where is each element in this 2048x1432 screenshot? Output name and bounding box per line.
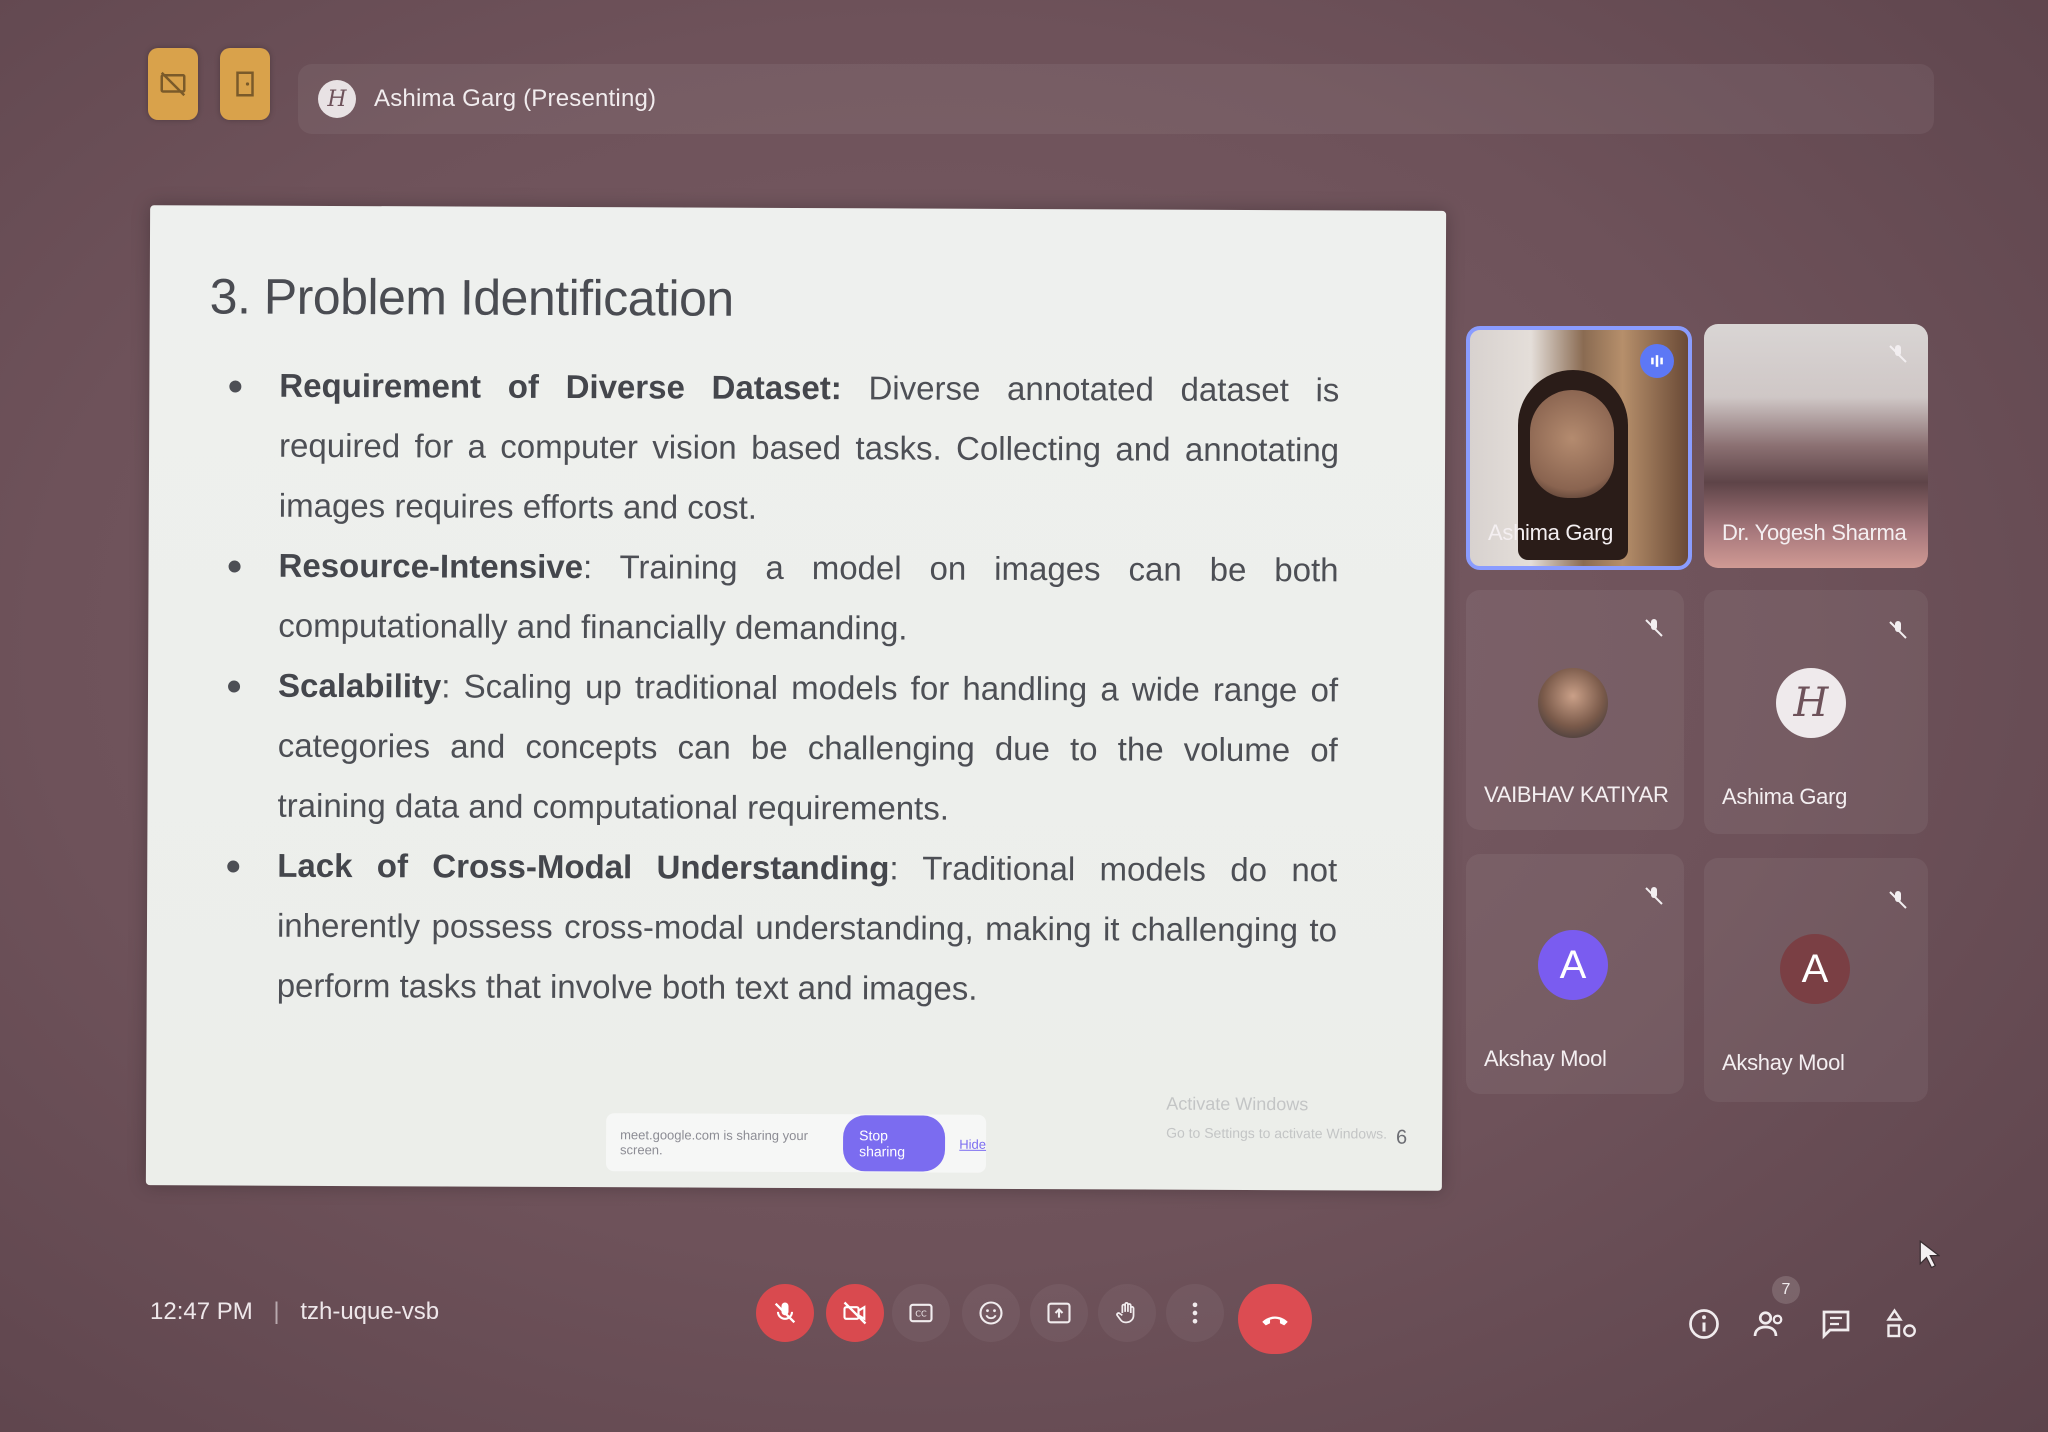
mic-off-icon xyxy=(1645,619,1663,637)
door-icon xyxy=(236,71,254,97)
speaking-indicator-icon xyxy=(1640,344,1674,378)
more-options-icon xyxy=(1192,1302,1198,1324)
camera-toggle-button[interactable] xyxy=(826,1284,884,1342)
mic-off-icon xyxy=(774,1302,796,1324)
bullet-heading: Resource-Intensive xyxy=(278,546,584,586)
camera-off-icon xyxy=(843,1301,867,1325)
captions-icon: CC xyxy=(909,1303,933,1323)
presentation-toggle-button[interactable] xyxy=(148,48,198,120)
activities-icon[interactable] xyxy=(1884,1306,1920,1342)
avatar: A xyxy=(1538,930,1608,1000)
watermark-subtitle: Go to Settings to activate Windows. xyxy=(1166,1124,1388,1142)
participant-name: Ashima Garg xyxy=(1488,520,1614,545)
bullet-item: Requirement of Diverse Dataset: Diverse … xyxy=(209,355,1340,540)
bullet-list: Requirement of Diverse Dataset: Diverse … xyxy=(207,355,1340,1020)
watermark-title: Activate Windows xyxy=(1166,1093,1309,1115)
exit-button[interactable] xyxy=(220,48,270,120)
sharing-notice-text: meet.google.com is sharing your screen. xyxy=(619,1127,808,1158)
participant-name: VAIBHAV KATIYAR xyxy=(1484,782,1669,807)
captions-button[interactable]: CC xyxy=(892,1284,950,1342)
participant-count-badge: 7 xyxy=(1772,1276,1800,1304)
presenter-bar: H Ashima Garg (Presenting) xyxy=(298,64,1934,134)
avatar: H xyxy=(1776,668,1846,738)
participant-tile-vaibhav[interactable]: VAIBHAV KATIYAR xyxy=(1466,590,1684,830)
participant-name: Ashima Garg xyxy=(1722,784,1848,809)
bullet-heading: Scalability xyxy=(277,666,442,705)
info-icon[interactable] xyxy=(1686,1306,1722,1342)
bullet-heading: Lack of Cross-Modal Understanding xyxy=(277,846,890,887)
end-call-button[interactable] xyxy=(1238,1284,1312,1354)
participant-name: Dr. Yogesh Sharma xyxy=(1722,520,1907,545)
bullet-heading: Requirement of Diverse Dataset: xyxy=(279,366,842,407)
raise-hand-button[interactable] xyxy=(1098,1284,1156,1342)
present-icon xyxy=(1047,1302,1071,1324)
mic-off-icon xyxy=(1889,345,1907,363)
meeting-time: 12:47 PM xyxy=(150,1298,253,1325)
emoji-button[interactable] xyxy=(962,1284,1020,1342)
meeting-details: 12:47 PM | tzh-uque-vsb xyxy=(150,1298,439,1326)
microphone-toggle-button[interactable] xyxy=(756,1284,814,1342)
stop-sharing-button[interactable]: Stop sharing xyxy=(842,1115,946,1172)
end-call-icon xyxy=(1262,1316,1288,1326)
participant-name: Akshay Mool xyxy=(1722,1050,1845,1075)
participant-tile-ashima[interactable]: H Ashima Garg xyxy=(1704,590,1928,834)
mic-off-icon xyxy=(1645,887,1663,905)
mic-off-icon xyxy=(1889,621,1907,639)
avatar: A xyxy=(1780,934,1850,1004)
slide-page-number: 6 xyxy=(1396,1126,1408,1149)
chat-icon[interactable] xyxy=(1818,1306,1854,1342)
hide-link[interactable]: Hide xyxy=(959,1136,986,1151)
slide-title: 3. Problem Identification xyxy=(209,268,734,327)
participant-face xyxy=(1530,390,1614,498)
participant-tile-akshay-2[interactable]: A Akshay Mool xyxy=(1704,858,1928,1102)
present-button[interactable] xyxy=(1030,1284,1088,1342)
more-options-button[interactable] xyxy=(1166,1284,1224,1342)
bullet-item: Lack of Cross-Modal Understanding: Tradi… xyxy=(207,835,1338,1020)
bullet-item: Scalability: Scaling up traditional mode… xyxy=(207,655,1338,840)
participant-tile-ashima-video[interactable]: Ashima Garg xyxy=(1466,326,1692,570)
sharing-notice: meet.google.com is sharing your screen. … xyxy=(605,1113,987,1173)
presenter-label: Ashima Garg (Presenting) xyxy=(374,85,657,112)
presenter-avatar: H xyxy=(318,80,356,118)
activate-windows-watermark: Activate Windows Go to Settings to activ… xyxy=(1166,1090,1387,1148)
shared-slide: 3. Problem Identification Requirement of… xyxy=(145,205,1447,1191)
raise-hand-icon xyxy=(1116,1302,1135,1324)
mouse-cursor-icon xyxy=(1919,1240,1940,1269)
people-icon[interactable] xyxy=(1752,1306,1788,1342)
svg-text:CC: CC xyxy=(915,1309,927,1319)
avatar xyxy=(1538,668,1608,738)
meeting-code: tzh-uque-vsb xyxy=(300,1298,440,1325)
participant-tile-yogesh-video[interactable]: Dr. Yogesh Sharma xyxy=(1704,324,1928,568)
participant-tile-akshay[interactable]: A Akshay Mool xyxy=(1466,854,1684,1094)
meeting-separator: | xyxy=(273,1298,280,1325)
mic-off-icon xyxy=(1889,891,1907,909)
bullet-item: Resource-Intensive: Training a model on … xyxy=(208,535,1339,660)
participant-name: Akshay Mool xyxy=(1484,1046,1607,1071)
presentation-off-icon xyxy=(160,71,186,97)
emoji-icon xyxy=(979,1301,1003,1325)
